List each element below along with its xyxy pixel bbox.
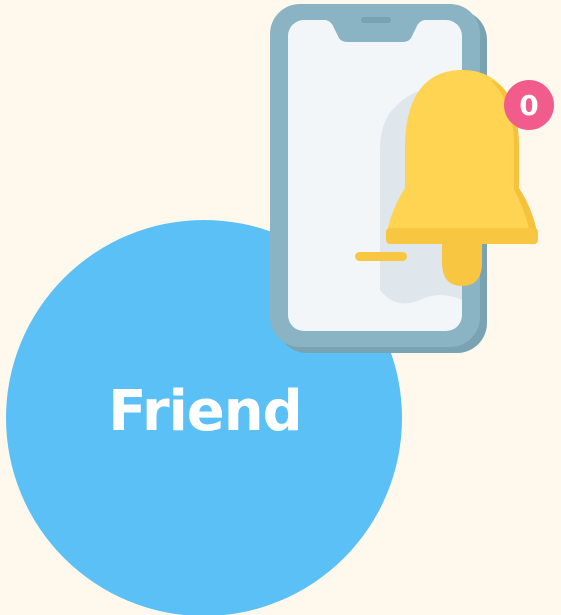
notification-badge: 0 [504,80,554,130]
phone-speaker [361,17,391,23]
illustration-canvas: 0 [0,0,561,615]
phone-notch [326,20,424,42]
friend-label: Friend [108,379,302,444]
notification-illustration: 0 Friend [0,0,561,615]
bell-rim [355,252,407,261]
notification-count: 0 [519,89,538,122]
bell-clapper [442,244,482,286]
bell-band [386,228,538,244]
